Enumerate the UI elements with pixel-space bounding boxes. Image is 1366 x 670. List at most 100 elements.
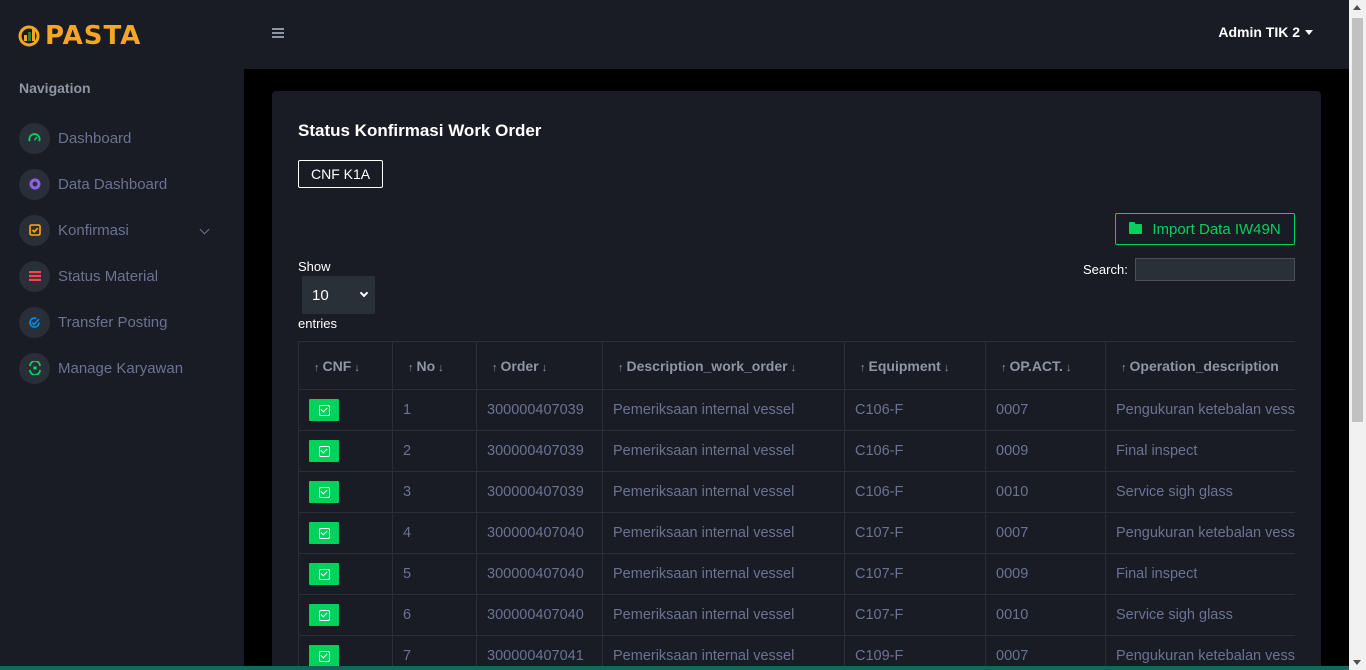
sidebar-item-status-material[interactable]: Status Material <box>19 260 214 292</box>
column-header-operation[interactable]: ↑ Operation_description <box>1105 341 1295 390</box>
status-card: Status Konfirmasi Work Order CNF K1A Imp… <box>272 91 1321 670</box>
table-container[interactable]: ↑ CNF ↓ ↑ No ↓ ↑ Order ↓ ↑ Description_work_ord… <box>298 341 1295 670</box>
caret-down-icon <box>1305 29 1313 35</box>
table-row: 6 300000407040 Pemeriksaan internal vessel… <box>298 594 1295 636</box>
cell-description: Pemeriksaan internal vessel <box>602 635 845 670</box>
cell-order: 300000407039 <box>476 389 603 431</box>
sidebar: PASTA Navigation Dashboard Data Dashboar… <box>0 0 244 670</box>
table-row: 3 300000407039 Pemeriksaan internal vessel… <box>298 471 1295 513</box>
column-header-order[interactable]: ↑ Order ↓ <box>476 341 603 390</box>
cell-no: 5 <box>392 553 477 595</box>
cell-equipment: C107-F <box>844 553 986 595</box>
column-header-equipment[interactable]: ↑ Equipment ↓ <box>844 341 986 390</box>
cell-operation: Service sigh glass <box>1105 471 1295 513</box>
page-title: Status Konfirmasi Work Order <box>298 121 542 140</box>
sidebar-item-konfirmasi[interactable]: Konfirmasi <box>19 214 214 246</box>
cell-cnf <box>298 635 393 670</box>
sidebar-item-label: Konfirmasi <box>58 221 129 239</box>
sidebar-item-label: Dashboard <box>58 129 132 147</box>
show-label: Show <box>298 259 331 274</box>
import-button-label: Import Data IW49N <box>1152 220 1281 238</box>
folder-plus-icon <box>1129 222 1143 234</box>
column-header-cnf[interactable]: ↑ CNF ↓ <box>298 341 393 390</box>
checkbox-icon <box>318 609 330 621</box>
cell-no: 3 <box>392 471 477 513</box>
page-scrollbar[interactable] <box>1349 0 1366 670</box>
cell-opact: 0010 <box>985 471 1106 513</box>
cell-description: Pemeriksaan internal vessel <box>602 471 845 513</box>
sidebar-item-label: Status Material <box>58 267 159 285</box>
cell-operation: Final inspect <box>1105 553 1295 595</box>
cell-description: Pemeriksaan internal vessel <box>602 553 845 595</box>
sidebar-item-data-dashboard[interactable]: Data Dashboard <box>19 168 214 200</box>
checkbox-icon <box>318 445 330 457</box>
sidebar-item-dashboard[interactable]: Dashboard <box>19 122 214 154</box>
import-data-button[interactable]: Import Data IW49N <box>1115 213 1295 245</box>
checkbox-icon <box>318 486 330 498</box>
confirm-button[interactable] <box>309 440 339 462</box>
table-row: 4 300000407040 Pemeriksaan internal vessel… <box>298 512 1295 554</box>
confirm-button[interactable] <box>309 645 339 667</box>
cell-opact: 0009 <box>985 430 1106 472</box>
cell-description: Pemeriksaan internal vessel <box>602 594 845 636</box>
chevron-down-icon <box>359 288 369 298</box>
sidebar-item-label: Transfer Posting <box>58 313 168 331</box>
cell-order: 300000407039 <box>476 471 603 513</box>
cell-opact: 0007 <box>985 635 1106 670</box>
cell-cnf <box>298 389 393 431</box>
cell-opact: 0010 <box>985 594 1106 636</box>
checkbox-icon <box>318 568 330 580</box>
speedometer-icon <box>19 122 50 154</box>
cell-order: 300000407039 <box>476 430 603 472</box>
sidebar-item-label: Data Dashboard <box>58 175 168 193</box>
cell-description: Pemeriksaan internal vessel <box>602 389 845 431</box>
sidebar-item-manage-karyawan[interactable]: Manage Karyawan <box>19 352 214 384</box>
cell-order: 300000407040 <box>476 512 603 554</box>
cell-operation: Service sigh glass <box>1105 594 1295 636</box>
cell-operation: Pengukuran ketebalan vessel <box>1105 512 1295 554</box>
column-header-description[interactable]: ↑ Description_work_order ↓ <box>602 341 845 390</box>
nav-heading: Navigation <box>19 80 91 96</box>
app-logo[interactable]: PASTA <box>18 20 141 52</box>
column-header-no[interactable]: ↑ No ↓ <box>392 341 477 390</box>
column-header-opact[interactable]: ↑ OP.ACT. ↓ <box>985 341 1106 390</box>
confirm-button[interactable] <box>309 563 339 585</box>
confirm-button[interactable] <box>309 481 339 503</box>
people-icon <box>19 352 50 384</box>
table-header-row: ↑ CNF ↓ ↑ No ↓ ↑ Order ↓ ↑ Description_work_ord… <box>298 341 1295 390</box>
cell-cnf <box>298 553 393 595</box>
scroll-up-icon[interactable] <box>1353 5 1361 10</box>
confirm-button[interactable] <box>309 604 339 626</box>
nav-list: Dashboard Data Dashboard Konfirmasi Stat… <box>19 122 214 398</box>
entries-label: entries <box>298 316 338 331</box>
sidebar-item-label: Manage Karyawan <box>58 359 184 377</box>
cell-operation: Pengukuran ketebalan vessel <box>1105 389 1295 431</box>
cell-equipment: C109-F <box>844 635 986 670</box>
cell-no: 2 <box>392 430 477 472</box>
sidebar-item-transfer-posting[interactable]: Transfer Posting <box>19 306 214 338</box>
hamburger-menu-icon[interactable] <box>272 28 284 38</box>
confirm-button[interactable] <box>309 399 339 421</box>
entries-value: 10 <box>312 286 329 304</box>
cell-no: 6 <box>392 594 477 636</box>
search-input[interactable] <box>1135 258 1295 281</box>
user-name: Admin TIK 2 <box>1218 24 1300 40</box>
topbar: Admin TIK 2 <box>244 0 1349 69</box>
checkbox-icon <box>19 214 50 246</box>
cell-equipment: C106-F <box>844 389 986 431</box>
pie-chart-icon <box>19 168 50 200</box>
cell-order: 300000407040 <box>476 553 603 595</box>
entries-select[interactable]: 10 <box>302 276 375 314</box>
check-circle-icon <box>19 306 50 338</box>
scroll-thumb[interactable] <box>1352 18 1363 422</box>
checkbox-icon <box>318 650 330 662</box>
cell-equipment: C107-F <box>844 594 986 636</box>
table-row: 2 300000407039 Pemeriksaan internal vessel… <box>298 430 1295 472</box>
search-label: Search: <box>1083 262 1128 277</box>
cell-operation: Final inspect <box>1105 430 1295 472</box>
scroll-down-icon[interactable] <box>1353 660 1361 665</box>
user-menu[interactable]: Admin TIK 2 <box>1218 24 1313 40</box>
cnf-k1a-button[interactable]: CNF K1A <box>298 160 384 188</box>
confirm-button[interactable] <box>309 522 339 544</box>
cell-operation: Pengukuran ketebalan vessel <box>1105 635 1295 670</box>
